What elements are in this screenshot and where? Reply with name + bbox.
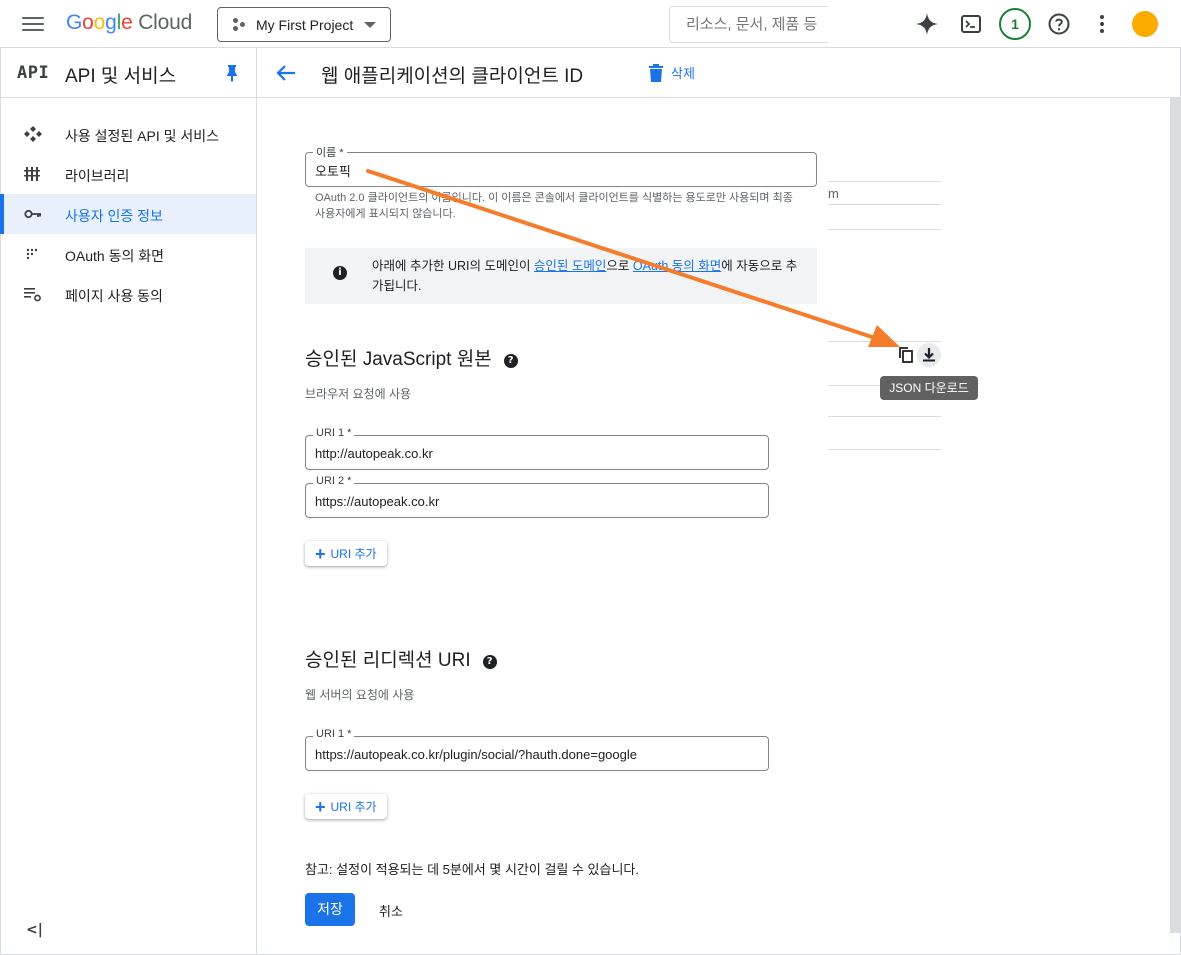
cancel-button[interactable]: 취소 xyxy=(379,901,403,920)
settings-note: 참고: 설정이 적용되는 데 5분에서 몇 시간이 걸릴 수 있습니다. xyxy=(305,862,640,877)
sidebar-item-label: 사용 설정된 API 및 서비스 xyxy=(65,128,220,144)
redirect-subtitle: 웹 서버의 요청에 사용 xyxy=(305,688,415,702)
name-hint: OAuth 2.0 클라이언트의 이름입니다. 이 이름은 콘솔에서 클라이언트… xyxy=(315,192,793,220)
content-header: 웹 애플리케이션의 클라이언트 ID 삭제 xyxy=(257,48,1181,98)
divider xyxy=(828,416,941,417)
js-uri2-field[interactable]: URI 2 * https://autopeak.co.kr xyxy=(305,475,769,518)
top-bar: Google Cloud My First Project 1 xyxy=(0,0,1181,48)
chevron-down-icon xyxy=(364,22,376,28)
library-icon xyxy=(24,167,40,181)
project-picker-button[interactable]: My First Project xyxy=(217,7,391,42)
authorized-domains-link[interactable]: 승인된 도메인 xyxy=(534,259,606,273)
notifications-badge[interactable]: 1 xyxy=(999,8,1031,40)
info-text: 아래에 추가한 URI의 도메인이 승인된 도메인으로 OAuth 동의 화면에… xyxy=(372,256,804,296)
redirect-uri1-field[interactable]: URI 1 * https://autopeak.co.kr/plugin/so… xyxy=(305,728,769,771)
gemini-sparkle-icon[interactable] xyxy=(915,12,939,36)
name-field-value: 오토픽 xyxy=(315,164,351,179)
sidebar-item-enabled-apis[interactable]: 사용 설정된 API 및 서비스 xyxy=(0,114,256,154)
collapse-sidebar-icon[interactable]: <| xyxy=(26,922,43,938)
delete-label: 삭제 xyxy=(671,66,695,81)
api-icon: API xyxy=(17,63,50,83)
add-js-uri-button[interactable]: + URI 추가 xyxy=(305,541,387,566)
help-icon[interactable]: ? xyxy=(503,354,518,368)
more-vert-icon[interactable] xyxy=(1090,12,1114,36)
js-uri1-value: http://autopeak.co.kr xyxy=(315,446,433,461)
name-field[interactable]: 이름 * 오토픽 xyxy=(305,144,817,187)
sidebar-item-label: 라이브러리 xyxy=(65,168,130,184)
redirect-uri1-label: URI 1 * xyxy=(313,728,355,740)
js-origins-title-bold: JavaScript xyxy=(362,349,452,370)
js-origins-title-pre: 승인된 xyxy=(305,349,363,370)
main-menu-icon[interactable] xyxy=(22,14,44,34)
js-uri1-field[interactable]: URI 1 * http://autopeak.co.kr xyxy=(305,427,769,470)
divider xyxy=(828,229,941,230)
oauth-consent-link[interactable]: OAuth 동의 화면 xyxy=(633,259,721,273)
divider xyxy=(828,181,941,182)
redirect-title-bold: URI xyxy=(437,650,471,671)
js-origins-title: 승인된 JavaScript 원본? xyxy=(305,344,518,371)
pin-icon[interactable] xyxy=(224,64,240,82)
divider xyxy=(828,449,941,450)
project-icon xyxy=(232,17,246,32)
info-text-mid: 으로 xyxy=(606,259,633,273)
sidebar-item-credentials[interactable]: 사용자 인증 정보 xyxy=(0,194,256,234)
search-input[interactable] xyxy=(669,6,828,43)
sidebar-item-label: 페이지 사용 동의 xyxy=(65,288,163,304)
partial-text: m xyxy=(828,186,839,201)
download-icon[interactable] xyxy=(917,343,941,367)
divider xyxy=(828,341,941,342)
dots-grid-icon xyxy=(26,248,38,260)
name-field-label: 이름 * xyxy=(313,144,347,160)
redirect-uris-title: 승인된 리디렉션 URI? xyxy=(305,645,497,672)
add-uri-label: URI 추가 xyxy=(330,800,377,814)
page-title: 웹 애플리케이션의 클라이언트 ID xyxy=(321,66,584,87)
back-arrow-icon[interactable] xyxy=(275,62,297,84)
divider xyxy=(828,204,941,205)
logo-cloud-text: Cloud xyxy=(138,11,193,34)
redirect-title-pre: 승인된 리디렉션 xyxy=(305,650,438,671)
plus-icon: + xyxy=(315,543,326,564)
project-name: My First Project xyxy=(256,16,354,33)
diamond-dots-icon xyxy=(24,126,42,142)
cloud-shell-icon[interactable] xyxy=(959,12,983,36)
avatar[interactable] xyxy=(1132,11,1158,37)
info-banner: i 아래에 추가한 URI의 도메인이 승인된 도메인으로 OAuth 동의 화… xyxy=(305,248,817,304)
sidebar-item-label: OAuth 동의 화면 xyxy=(65,248,164,264)
sidebar-item-page-consent[interactable]: 페이지 사용 동의 xyxy=(0,274,256,314)
js-uri2-value: https://autopeak.co.kr xyxy=(315,494,440,509)
left-sidebar: API API 및 서비스 사용 설정된 API 및 서비스 라이브러리 사용자… xyxy=(0,48,257,955)
sidebar-item-label: 사용자 인증 정보 xyxy=(65,208,163,224)
google-cloud-logo[interactable]: Google Cloud xyxy=(66,11,192,35)
sidebar-item-oauth-consent[interactable]: OAuth 동의 화면 xyxy=(0,234,256,274)
sidebar-item-library[interactable]: 라이브러리 xyxy=(0,154,256,194)
trash-icon xyxy=(649,63,663,82)
sidebar-title: API 및 서비스 xyxy=(65,66,177,87)
js-origins-title-post: 원본 xyxy=(451,349,492,370)
plus-icon: + xyxy=(315,796,326,817)
sidebar-header: API API 및 서비스 xyxy=(0,48,256,98)
info-icon: i xyxy=(333,266,347,280)
redirect-uri1-value: https://autopeak.co.kr/plugin/social/?ha… xyxy=(315,747,637,762)
key-icon xyxy=(24,209,41,219)
js-uri1-label: URI 1 * xyxy=(313,427,355,439)
download-tooltip: JSON 다운로드 xyxy=(880,376,978,400)
save-button[interactable]: 저장 xyxy=(305,893,355,926)
add-redirect-uri-button[interactable]: + URI 추가 xyxy=(305,794,387,819)
info-text-pre: 아래에 추가한 URI의 도메인이 xyxy=(372,259,534,273)
js-origins-subtitle: 브라우저 요청에 사용 xyxy=(305,387,412,401)
copy-icon[interactable] xyxy=(897,346,915,364)
scrollbar[interactable] xyxy=(1170,98,1180,933)
delete-button[interactable]: 삭제 xyxy=(649,63,695,82)
help-icon[interactable]: ? xyxy=(482,655,497,669)
add-uri-label: URI 추가 xyxy=(330,547,377,561)
settings-list-icon xyxy=(24,288,41,302)
logo-google-text: Google xyxy=(66,11,133,34)
js-uri2-label: URI 2 * xyxy=(313,475,355,487)
help-icon[interactable] xyxy=(1047,12,1071,36)
